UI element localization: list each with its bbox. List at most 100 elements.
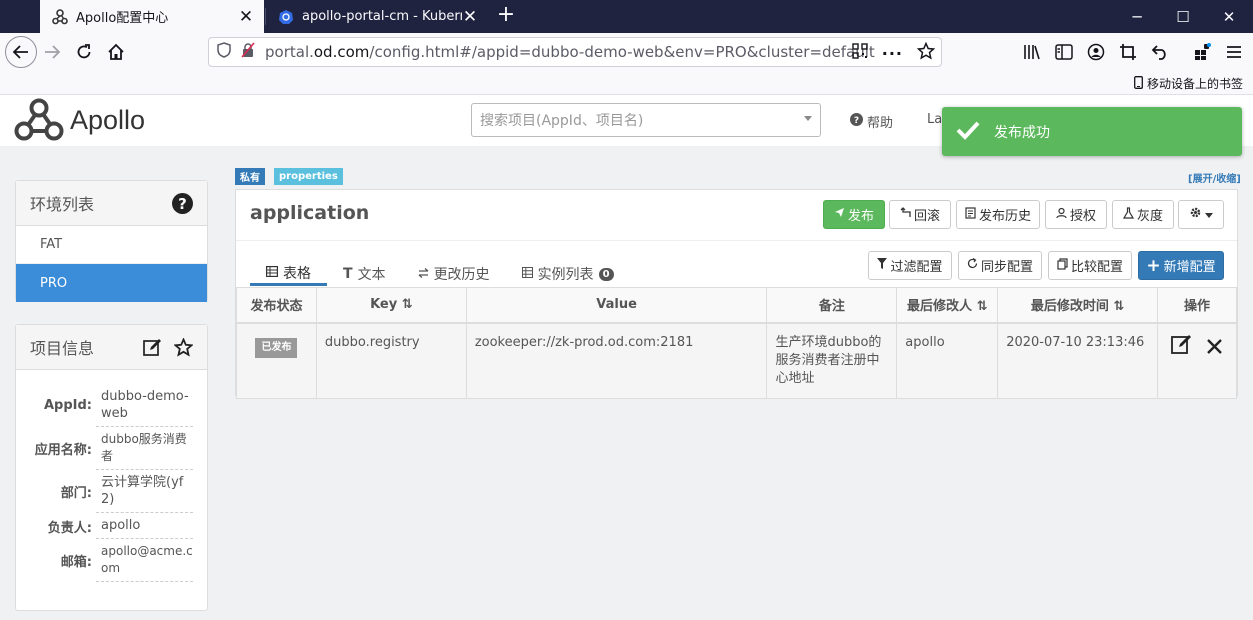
svg-text:?: ? (178, 195, 187, 213)
info-value: apollo@acme.com (96, 539, 193, 582)
browser-toolbar (1022, 42, 1244, 62)
url-prefix: portal. (265, 43, 314, 61)
env-list-header: 环境列表 ? (16, 181, 207, 226)
cell-status: 已发布 (236, 322, 317, 399)
refresh-icon (967, 257, 978, 273)
info-row-department: 部门: 云计算学院(yf2) (16, 470, 207, 513)
cell-ops (1157, 322, 1237, 399)
minimize-icon[interactable]: ─ (1114, 0, 1160, 33)
info-label: AppId: (43, 398, 92, 413)
config-table: 发布状态 Key ⇅ Value 备注 最后修改人 ⇅ 最后修改时间 ⇅ 操作 … (236, 287, 1237, 399)
project-info-actions (143, 337, 194, 361)
table-header-row: 发布状态 Key ⇅ Value 备注 最后修改人 ⇅ 最后修改时间 ⇅ 操作 (236, 287, 1237, 324)
browser-tab-bar: Apollo配置中心 ✕ apollo-portal-cm - Kubernet… (0, 0, 1253, 33)
browser-tab-apollo[interactable]: Apollo配置中心 ✕ (40, 0, 264, 33)
release-history-button[interactable]: 发布历史 (956, 200, 1040, 229)
apollo-logo-icon (14, 98, 64, 141)
app-menu-icon[interactable] (1224, 42, 1244, 62)
grant-button[interactable]: 授权 (1045, 200, 1107, 229)
bookmarks-toolbar: 移动设备上的书签 (0, 71, 1253, 95)
new-tab-icon[interactable]: + (494, 4, 518, 28)
edit-icon[interactable] (1171, 334, 1192, 361)
screenshot-crop-icon[interactable] (1118, 42, 1138, 62)
compare-config-button[interactable]: 比较配置 (1048, 251, 1132, 280)
project-search-input[interactable]: 搜索项目(AppId、项目名) (471, 103, 821, 137)
more-actions-icon[interactable]: ··· (882, 44, 903, 63)
env-item-fat[interactable]: FAT (16, 226, 207, 264)
rollback-button[interactable]: 回滚 (889, 200, 951, 229)
question-circle-icon: ? (850, 113, 863, 130)
extensions-icon[interactable] (1192, 42, 1212, 62)
cell-key: dubbo.registry (315, 322, 467, 399)
info-row-appid: AppId: dubbo-demo-web (16, 384, 207, 427)
question-circle-icon[interactable]: ? (172, 193, 193, 218)
sort-icon[interactable]: ⇅ (1113, 299, 1124, 314)
info-row-app-name: 应用名称: dubbo服务消费者 (16, 427, 207, 470)
history-icon (965, 206, 976, 223)
search-placeholder: 搜索项目(AppId、项目名) (480, 113, 644, 129)
bookmark-star-icon[interactable] (916, 41, 936, 64)
url-bar[interactable]: portal.od.com/config.html#/appid=dubbo-d… (208, 37, 942, 67)
shield-icon[interactable] (217, 42, 231, 62)
reload-icon[interactable] (70, 38, 98, 66)
project-info-panel: 项目信息 AppId: dubbo-demo-web 应用名称: dubbo服务… (15, 324, 208, 611)
tab-text[interactable]: T 文本 (327, 262, 402, 286)
library-icon[interactable] (1022, 42, 1042, 62)
column-modified-time[interactable]: 最后修改时间 ⇅ (997, 287, 1159, 324)
toast-message: 发布成功 (994, 124, 1050, 141)
qr-code-icon[interactable] (852, 43, 868, 63)
favorite-star-icon[interactable] (173, 337, 194, 361)
gray-release-button[interactable]: 灰度 (1112, 200, 1174, 229)
delete-icon[interactable] (1206, 338, 1223, 361)
instances-count-badge: 0 (598, 267, 614, 281)
close-tab-icon[interactable]: ✕ (238, 8, 254, 25)
edit-icon[interactable] (143, 338, 162, 361)
publish-success-toast: 发布成功 (942, 107, 1242, 156)
insecure-lock-icon[interactable] (241, 42, 255, 62)
language-menu[interactable]: La (927, 112, 942, 127)
home-icon[interactable] (102, 38, 130, 66)
column-modifier[interactable]: 最后修改人 ⇅ (896, 287, 999, 324)
apollo-favicon-icon (52, 8, 68, 25)
cell-modifier: apollo (896, 322, 999, 399)
forward-arrow-icon[interactable] (38, 38, 66, 66)
tab-table[interactable]: 表格 (250, 262, 327, 286)
info-value: dubbo-demo-web (96, 384, 193, 427)
apollo-logo[interactable]: Apollo (14, 97, 145, 143)
sort-icon[interactable]: ⇅ (977, 299, 988, 314)
tab-instances[interactable]: 实例列表 0 (506, 262, 630, 286)
column-key[interactable]: Key ⇅ (315, 287, 467, 324)
close-tab-icon[interactable]: ✕ (462, 8, 478, 25)
grant-label: 授权 (1069, 209, 1096, 224)
back-arrow-icon[interactable] (5, 36, 37, 68)
tab-label: 更改历史 (433, 267, 490, 283)
expand-collapse-link[interactable]: [展开/收缩] (1188, 170, 1241, 185)
sort-icon[interactable]: ⇅ (402, 297, 413, 312)
url-text[interactable]: portal.od.com/config.html#/appid=dubbo-d… (265, 43, 875, 61)
gray-label: 灰度 (1136, 209, 1163, 224)
publish-button[interactable]: 发布 (823, 200, 885, 229)
account-icon[interactable] (1086, 42, 1106, 62)
logo-text: Apollo (70, 104, 146, 135)
column-ops: 操作 (1157, 287, 1237, 324)
filter-label: 过滤配置 (890, 260, 943, 275)
add-config-button[interactable]: + 新增配置 (1138, 251, 1224, 280)
browser-tab-kubernetes[interactable]: apollo-portal-cm - Kuberneti ✕ (266, 0, 488, 33)
info-row-owner: 负责人: apollo (16, 513, 207, 539)
mobile-bookmarks-folder[interactable]: 移动设备上的书签 (1134, 75, 1243, 92)
env-item-pro[interactable]: PRO (16, 264, 207, 302)
table-row: 已发布 dubbo.registry zookeeper://zk-prod.o… (236, 322, 1237, 399)
tab-label: 文本 (357, 267, 386, 283)
filter-config-button[interactable]: 过滤配置 (868, 251, 952, 280)
undo-icon[interactable] (1150, 42, 1170, 62)
maximize-icon[interactable]: ☐ (1160, 0, 1206, 33)
help-link[interactable]: ? 帮助 (850, 112, 893, 131)
tab-change-history[interactable]: 更改历史 (402, 262, 506, 286)
namespace-view-tabs: 表格 T 文本 更改历史 实例列表 0 (250, 262, 630, 286)
settings-dropdown-button[interactable] (1178, 200, 1224, 229)
sidebar-icon[interactable] (1054, 42, 1074, 62)
compare-label: 比较配置 (1070, 260, 1123, 275)
env-list-panel: 环境列表 ? FAT PRO (15, 180, 208, 302)
window-close-icon[interactable]: ✕ (1206, 0, 1252, 33)
sync-config-button[interactable]: 同步配置 (958, 251, 1042, 280)
